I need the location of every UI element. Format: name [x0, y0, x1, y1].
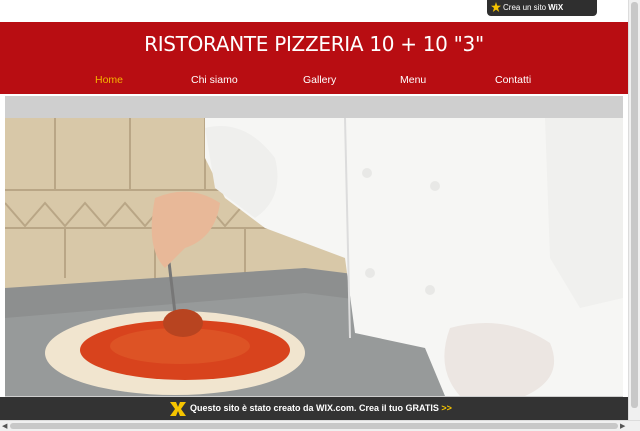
- horizontal-scroll-thumb[interactable]: [10, 423, 618, 429]
- wix-create-site-link[interactable]: Crea un sito WiX: [487, 0, 597, 16]
- horizontal-scrollbar[interactable]: ◀ ▶: [0, 420, 640, 431]
- site-header: RISTORANTE PIZZERIA 10 + 10 "3" Home Chi…: [0, 22, 628, 94]
- wix-top-brand: WiX: [548, 3, 564, 12]
- scroll-left-icon[interactable]: ◀: [2, 422, 7, 430]
- nav-contatti[interactable]: Contatti: [495, 74, 531, 86]
- vertical-scroll-thumb[interactable]: [631, 2, 638, 408]
- banner-arrows: >>: [441, 403, 452, 413]
- wix-star-icon: [491, 2, 501, 12]
- banner-text: Questo sito è stato creato da WIX.com. C…: [190, 403, 439, 413]
- site-title: RISTORANTE PIZZERIA 10 + 10 "3": [144, 32, 484, 56]
- scroll-right-icon[interactable]: ▶: [620, 422, 625, 430]
- nav-home[interactable]: Home: [95, 74, 123, 86]
- vertical-scrollbar[interactable]: [628, 0, 640, 420]
- main-nav: Home Chi siamo Gallery Menu Contatti: [0, 74, 628, 92]
- wix-logo-icon: [170, 402, 186, 416]
- nav-chi-siamo[interactable]: Chi siamo: [191, 74, 238, 86]
- nav-gallery[interactable]: Gallery: [303, 74, 336, 86]
- nav-menu[interactable]: Menu: [400, 74, 426, 86]
- wix-top-prefix: Crea un sito: [503, 3, 547, 12]
- wix-promo-banner[interactable]: Questo sito è stato creato da WIX.com. C…: [0, 397, 628, 421]
- hero-image-chef-spreading-sauce: [5, 118, 623, 396]
